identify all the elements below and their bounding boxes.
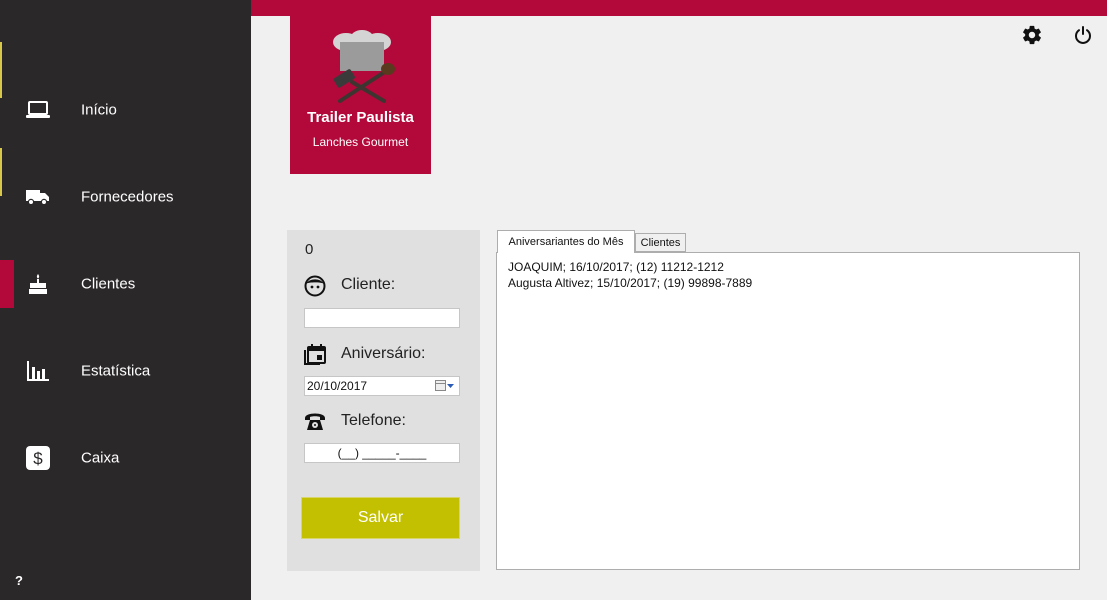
gear-icon[interactable] — [1021, 24, 1043, 46]
tab-clientes[interactable]: Clientes — [635, 233, 686, 252]
top-bar — [251, 0, 1107, 16]
sidebar-item-fornecedores[interactable]: Fornecedores — [0, 173, 251, 221]
birthday-value: 20/10/2017 — [307, 379, 368, 393]
list-item[interactable]: JOAQUIM; 16/10/2017; (12) 11212-1212 — [508, 259, 1068, 275]
birthday-list[interactable]: JOAQUIM; 16/10/2017; (12) 11212-1212 Aug… — [496, 252, 1080, 570]
client-label: Cliente: — [341, 276, 396, 293]
client-counter: 0 — [305, 241, 314, 258]
list-item[interactable]: Augusta Altivez; 15/10/2017; (19) 99898-… — [508, 275, 1068, 291]
svg-text:$: $ — [33, 449, 43, 468]
sidebar-item-label: Fornecedores — [81, 188, 174, 206]
brand-subtitle: Lanches Gourmet — [312, 135, 409, 149]
sidebar-item-label: Caixa — [81, 449, 120, 467]
sidebar-item-label: Clientes — [81, 275, 136, 293]
sidebar-item-inicio[interactable]: Início — [0, 86, 251, 134]
calendar-icon — [304, 343, 326, 365]
laptop-icon — [25, 97, 51, 123]
cake-icon — [25, 271, 51, 297]
client-name-input[interactable] — [304, 308, 460, 328]
save-button[interactable]: Salvar — [301, 497, 460, 539]
face-icon — [304, 275, 326, 297]
calendar-dropdown-icon[interactable] — [435, 380, 455, 392]
sidebar-item-estatistica[interactable]: Estatística — [0, 347, 251, 395]
help-button[interactable]: ? — [15, 573, 23, 588]
phone-input[interactable]: (__) _____-____ — [304, 443, 460, 463]
birthday-label: Aniversário: — [341, 345, 426, 362]
bar-chart-icon — [25, 358, 51, 384]
telephone-icon — [304, 410, 326, 432]
sidebar-item-caixa[interactable]: $ Caixa — [0, 434, 251, 482]
birthday-date-picker[interactable]: 20/10/2017 — [304, 376, 460, 396]
chef-hat-utensils-icon — [333, 30, 395, 103]
brand-logo: Trailer Paulista Lanches Gourmet — [290, 16, 431, 174]
truck-icon — [25, 184, 51, 210]
active-indicator — [0, 260, 14, 308]
sidebar-item-clientes[interactable]: Clientes — [0, 260, 251, 308]
dollar-icon: $ — [25, 445, 51, 471]
sidebar-item-label: Início — [81, 101, 117, 119]
sidebar-item-label: Estatística — [81, 362, 151, 380]
phone-label: Telefone: — [341, 412, 406, 429]
sidebar: Início Fornecedores Clientes Estatística… — [0, 0, 251, 600]
power-icon[interactable] — [1072, 24, 1094, 46]
tab-aniversariantes[interactable]: Aniversariantes do Mês — [497, 230, 635, 253]
brand-title: Trailer Paulista — [307, 109, 414, 126]
